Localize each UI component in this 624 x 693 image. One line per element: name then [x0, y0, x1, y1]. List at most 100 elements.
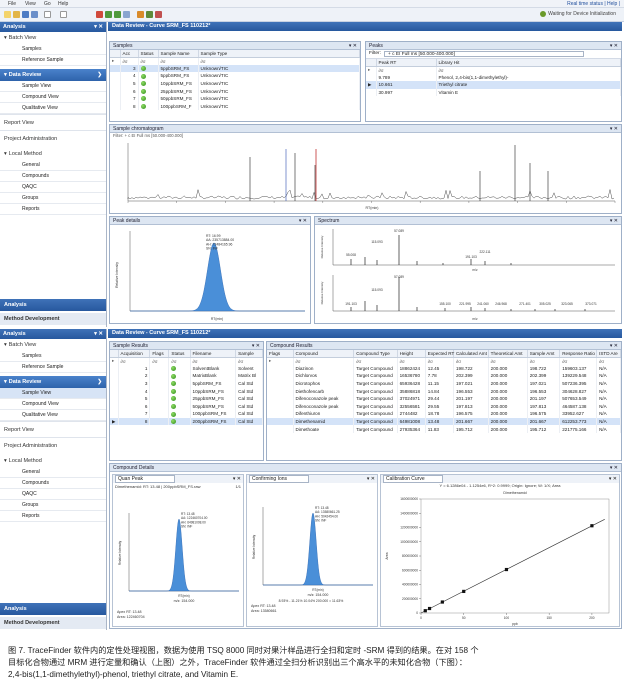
sample-type-cell[interactable]: Cal Std: [235, 394, 263, 403]
compound-cell[interactable]: 200.000: [488, 394, 528, 403]
column-header[interactable]: Response Ratio: [559, 350, 598, 358]
table-row[interactable]: 7 100ppbSRM_FS Cal Std: [110, 410, 263, 418]
table-row[interactable]: 6 50ppbSRM_FS Cal Std: [110, 402, 263, 411]
row-marker[interactable]: ▶: [110, 417, 119, 426]
pane-controls-icon[interactable]: ▾ ✕: [610, 218, 618, 224]
peaks-filter-select[interactable]: + c EI Full ms [50.000-400.000]: [384, 51, 584, 57]
compound-cell[interactable]: 11.15: [425, 379, 454, 388]
field-icon[interactable]: [44, 11, 51, 18]
save-icon[interactable]: [22, 11, 29, 18]
nav-groups[interactable]: Groups: [0, 500, 106, 511]
flags-cell[interactable]: [267, 372, 294, 380]
compound-cell[interactable]: 196.575: [453, 410, 489, 418]
compound-cell[interactable]: 29.55: [425, 402, 454, 411]
compound-cell[interactable]: Diethofencarb: [293, 387, 355, 395]
quan-peak-plot[interactable]: RT: 13.48AA: 122460704.00AH: 64981008.00…: [113, 491, 243, 619]
row-marker[interactable]: [110, 364, 119, 373]
compound-cell[interactable]: 35886818: [397, 387, 426, 395]
table-row[interactable]: Dimethoate Target Compound 27935364 11.83 19…: [267, 425, 621, 433]
nav-groups[interactable]: Groups: [0, 193, 106, 204]
table-row[interactable]: 7 50ppbSRM_FS Unknown/TIC: [110, 94, 360, 103]
compound-cell[interactable]: Dimethoate: [293, 425, 355, 433]
filename-cell[interactable]: 200ppbSRM_FS: [190, 417, 237, 426]
library-hit-cell[interactable]: Vitamin E: [436, 88, 621, 97]
row-marker[interactable]: [110, 72, 121, 80]
table-row[interactable]: 9.789 Phenol, 2,4-bis(1,1-dimethylethyl)-: [366, 73, 621, 82]
pane-controls-icon[interactable]: ▾ ✕: [252, 343, 260, 349]
filter-cell[interactable]: ∂σ: [397, 357, 426, 365]
compound-cell[interactable]: 7.78: [425, 372, 454, 380]
compound-cell[interactable]: 64981008: [397, 417, 426, 426]
row-marker[interactable]: [110, 410, 119, 418]
compound-cell[interactable]: 195.712: [453, 425, 489, 433]
compound-cell[interactable]: Target Compound: [353, 402, 398, 411]
flags-cell[interactable]: [149, 387, 170, 395]
sample-results-filter-row[interactable]: ▸ ∂σ ∂σ ∂σ ∂σ ∂σ: [110, 357, 263, 365]
compound-cell[interactable]: 200.000: [488, 417, 528, 426]
compound-cell[interactable]: 139229.548: [559, 372, 598, 380]
table-row[interactable]: Difenoconazole peak Target Compound 325565…: [267, 402, 621, 411]
sample-type-cell[interactable]: Solvent: [235, 364, 263, 373]
nav-general[interactable]: General: [0, 467, 106, 478]
compound-cell[interactable]: 198.722: [527, 364, 561, 373]
sample-name-cell[interactable]: 5ppbSRM_FS: [158, 72, 199, 80]
footer-analysis[interactable]: Analysis: [0, 603, 106, 615]
filename-cell[interactable]: SolventBlank: [190, 364, 237, 373]
table-row[interactable]: 1 SolventBlank Solvent: [110, 364, 263, 373]
filename-cell[interactable]: 50ppbSRM_FS: [190, 402, 237, 411]
compound-cell[interactable]: Target Compound: [353, 425, 398, 433]
flags-cell[interactable]: [267, 394, 294, 403]
table-row[interactable]: 3 5ppbSRM_FS Cal Std: [110, 379, 263, 388]
peaks-filter-row[interactable]: ▸ ∂σ ∂σ: [366, 66, 621, 74]
sample-type-cell[interactable]: Cal Std: [235, 387, 263, 395]
col-library-hit[interactable]: Library Hit: [436, 59, 621, 67]
compound-cell[interactable]: 2744482: [397, 410, 426, 418]
table-row[interactable]: Difenoconazole peak Target Compound 370249…: [267, 394, 621, 403]
compound-cell[interactable]: 304628.827: [559, 387, 598, 395]
status-cell[interactable]: [168, 387, 191, 395]
row-marker[interactable]: [110, 394, 119, 403]
status-cell[interactable]: [168, 394, 191, 403]
table-row[interactable]: Dicrotophos Target Compound 65936428 11.15 1…: [267, 379, 621, 388]
flags-cell[interactable]: [267, 364, 294, 373]
row-marker[interactable]: [110, 102, 121, 111]
acquisition-cell[interactable]: 4: [118, 387, 151, 395]
tree-icon[interactable]: [146, 11, 153, 18]
filter-cell[interactable]: ▸: [267, 357, 294, 365]
sample-name-cell[interactable]: 100ppbSRM_F: [158, 102, 199, 111]
flags-cell[interactable]: [267, 425, 294, 433]
pane-controls-icon[interactable]: ▾ ✕: [610, 126, 618, 132]
print-icon[interactable]: [31, 11, 38, 18]
filter-cell[interactable]: ∂σ: [559, 357, 598, 365]
compound-cell[interactable]: 196.553: [453, 387, 489, 395]
sample-type-cell[interactable]: Unknown/TIC: [198, 72, 360, 80]
row-marker[interactable]: ▶: [366, 81, 377, 89]
filename-cell[interactable]: MatrixBlank: [190, 372, 237, 380]
calibration-curve-chart[interactable]: Dimethenamid 1600000000 1400000000 12000000…: [381, 489, 619, 627]
compound-cell[interactable]: 196.553: [527, 387, 561, 395]
open-icon[interactable]: [13, 11, 20, 18]
filter-cell[interactable]: ∂σ: [425, 357, 454, 365]
column-header[interactable]: Compound: [293, 350, 355, 358]
compound-cell[interactable]: 37024971: [397, 394, 426, 403]
row-marker[interactable]: [110, 379, 119, 388]
top-links[interactable]: Real time status | Help |: [567, 1, 620, 7]
nav-sample-view[interactable]: Sample View: [0, 81, 106, 92]
column-header[interactable]: Flags: [267, 350, 294, 358]
menu-go[interactable]: Go: [44, 1, 51, 7]
chromatogram-plot[interactable]: RT(min): [110, 139, 621, 211]
nav-compounds[interactable]: Compounds: [0, 478, 106, 489]
acc-cell[interactable]: 8: [120, 102, 139, 111]
status-cell[interactable]: [138, 64, 159, 73]
nav-qualitative-view[interactable]: Qualitative View: [0, 410, 106, 421]
pane-controls-icon[interactable]: ▾ ✕: [610, 343, 618, 349]
pane-controls-icon[interactable]: ▾ ✕: [233, 476, 241, 482]
sample-name-cell[interactable]: 25ppbSRM_FS: [158, 87, 199, 95]
status-cell[interactable]: [168, 410, 191, 418]
filter-cell[interactable]: ∂σ: [293, 357, 355, 365]
new-icon[interactable]: [4, 11, 11, 18]
col-peak-rt[interactable]: Peak RT: [376, 59, 437, 67]
filter-cell[interactable]: ▸: [366, 66, 377, 74]
filter-cell[interactable]: ∂σ: [138, 57, 159, 65]
compound-cell[interactable]: 196.575: [527, 410, 561, 418]
